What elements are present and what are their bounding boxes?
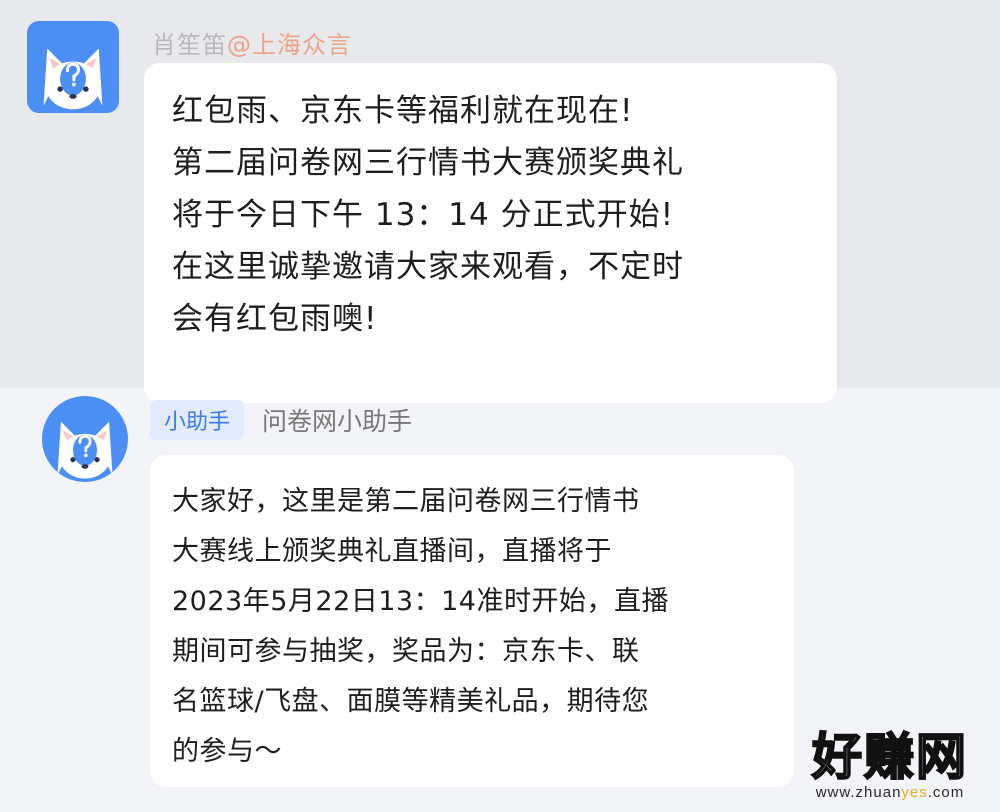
watermark-url-prefix: www.zhuan [815, 784, 902, 801]
watermark-url-highlight: yes [901, 784, 928, 801]
sender-mention[interactable]: @上海众言 [227, 25, 352, 60]
sender-name: 肖笙笛 [152, 30, 227, 59]
message-sender: 肖笙笛 @上海众言 [152, 24, 352, 60]
watermark-title: 好赚网 [811, 728, 968, 786]
sender-avatar-icon[interactable] [27, 21, 119, 113]
assistant-avatar-icon[interactable] [42, 396, 128, 482]
message-bubble[interactable]: 红包雨、京东卡等福利就在现在! 第二届问卷网三行情书大赛颁奖典礼 将于今日下午 … [144, 63, 837, 403]
fox-question-avatar-icon [43, 48, 103, 110]
assistant-badge: 小助手 [150, 400, 244, 440]
watermark-logo: 好赚网 www.zhuanyes.com [790, 728, 990, 804]
message-sender: 问卷网小助手 [262, 407, 413, 436]
watermark-url: www.zhuanyes.com [790, 784, 990, 802]
fox-question-avatar-icon [57, 421, 113, 479]
message-bubble[interactable]: 大家好，这里是第二届问卷网三行情书 大赛线上颁奖典礼直播间，直播将于 2023年… [150, 455, 794, 787]
watermark-url-suffix: .com [927, 784, 965, 801]
